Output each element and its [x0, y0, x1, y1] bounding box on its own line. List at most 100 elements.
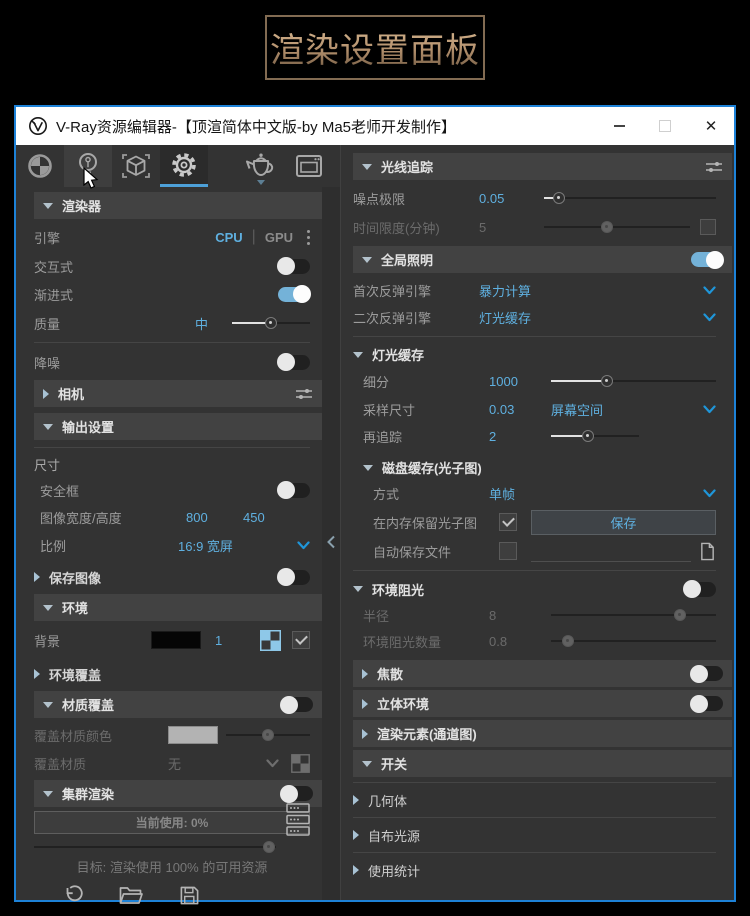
- time-limit-checkbox[interactable]: [700, 219, 716, 235]
- chevron-down-icon[interactable]: [297, 540, 310, 550]
- override-material-select[interactable]: 无: [168, 754, 266, 773]
- stereo-toggle[interactable]: [690, 694, 723, 713]
- material-slot-icon[interactable]: [291, 753, 310, 773]
- background-checkbox[interactable]: [292, 631, 310, 649]
- retrace-value[interactable]: 2: [489, 429, 551, 444]
- section-material-override[interactable]: 材质覆盖: [34, 691, 322, 718]
- chevron-down-icon[interactable]: [703, 313, 716, 322]
- override-color-swatch[interactable]: [168, 726, 218, 744]
- background-color-swatch[interactable]: [151, 631, 201, 649]
- material-override-toggle[interactable]: [280, 695, 313, 714]
- subsection-disk-cache[interactable]: 磁盘缓存(光子图): [363, 455, 734, 480]
- section-render-elements[interactable]: 渲染元素(通道图): [353, 720, 732, 747]
- chevron-down-icon[interactable]: [703, 404, 716, 414]
- section-caustics[interactable]: 焦散: [353, 660, 732, 687]
- time-limit-slider[interactable]: [544, 220, 690, 234]
- collapse-left-icon[interactable]: [326, 535, 336, 549]
- sample-space-select[interactable]: 屏幕空间: [551, 400, 703, 419]
- keep-map-checkbox[interactable]: [499, 513, 517, 531]
- subsection-geometry[interactable]: 几何体: [353, 788, 734, 812]
- undo-icon[interactable]: [63, 885, 83, 905]
- override-color-slider[interactable]: [226, 728, 310, 742]
- save-floppy-icon[interactable]: [179, 885, 200, 906]
- mode-select[interactable]: 单帧: [489, 484, 703, 503]
- autosave-checkbox[interactable]: [499, 542, 517, 560]
- texture-slot-icon[interactable]: [260, 629, 281, 651]
- tab-settings[interactable]: [160, 145, 208, 187]
- denoise-label: 降噪: [34, 355, 61, 371]
- gi-toggle[interactable]: [691, 250, 724, 269]
- section-title: 集群渲染: [62, 787, 115, 802]
- ratio-select[interactable]: 16:9 宽屏: [178, 536, 297, 555]
- secondary-engine-select[interactable]: 灯光缓存: [479, 308, 703, 327]
- background-multiplier[interactable]: 1: [215, 633, 222, 648]
- tab-render-test[interactable]: [237, 145, 285, 187]
- chevron-down-icon[interactable]: [266, 758, 279, 768]
- tab-materials[interactable]: [16, 145, 64, 187]
- chevron-down-icon[interactable]: [703, 285, 716, 295]
- section-camera[interactable]: 相机: [34, 380, 322, 407]
- quality-slider[interactable]: [232, 316, 310, 330]
- section-swarm-render[interactable]: 集群渲染: [34, 780, 322, 807]
- right-panel: 光线追踪 噪点极限 0.05 时间限度(分钟) 5 全局照明 首次反弹引擎 暴力…: [340, 145, 734, 900]
- close-button[interactable]: ✕: [688, 107, 734, 145]
- minimize-button[interactable]: [596, 107, 642, 145]
- autosave-path-field[interactable]: [531, 541, 691, 562]
- save-image-row[interactable]: 保存图像: [34, 563, 310, 591]
- time-limit-row: 时间限度(分钟) 5: [353, 213, 716, 241]
- subsection-self-lights[interactable]: 自布光源: [353, 823, 734, 847]
- subdivs-value[interactable]: 1000: [489, 374, 551, 389]
- section-environment[interactable]: 环境: [34, 594, 322, 621]
- left-panel: 渲染器 引擎 CPU | GPU 交互式 渐进式 质量 中 降噪 相机 输出设置…: [16, 145, 340, 904]
- caustics-toggle[interactable]: [690, 664, 723, 683]
- sliders-adjust-icon[interactable]: [295, 388, 313, 400]
- noise-limit-label: 噪点极限: [353, 191, 406, 207]
- sample-size-value[interactable]: 0.03: [489, 402, 551, 417]
- engine-gpu-option[interactable]: GPU: [265, 230, 293, 245]
- subsection-usage-stats[interactable]: 使用统计: [353, 858, 734, 882]
- image-width-field[interactable]: 800: [186, 510, 243, 525]
- noise-limit-slider[interactable]: [544, 191, 716, 205]
- section-switches[interactable]: 开关: [353, 750, 732, 777]
- save-photon-map-button[interactable]: 保存: [531, 509, 716, 535]
- subsection-light-cache[interactable]: 灯光缓存: [353, 342, 734, 367]
- server-stack-icon[interactable]: [286, 803, 310, 837]
- section-output-settings[interactable]: 输出设置: [34, 413, 322, 440]
- section-global-illumination[interactable]: 全局照明: [353, 246, 732, 273]
- env-override-row[interactable]: 环境覆盖: [34, 660, 310, 688]
- file-icon[interactable]: [699, 542, 716, 561]
- ao-amount-slider[interactable]: [551, 634, 716, 648]
- radius-slider[interactable]: [551, 608, 716, 622]
- primary-engine-select[interactable]: 暴力计算: [479, 281, 703, 300]
- progressive-toggle[interactable]: [278, 285, 311, 303]
- engine-cpu-option[interactable]: CPU: [215, 230, 242, 245]
- subsection-title: 磁盘缓存(光子图): [382, 461, 482, 476]
- ao-toggle[interactable]: [683, 580, 716, 598]
- tab-geometry[interactable]: [112, 145, 160, 187]
- section-raytrace[interactable]: 光线追踪: [353, 153, 732, 180]
- engine-menu-dots-icon[interactable]: [307, 228, 310, 246]
- denoise-toggle[interactable]: [277, 353, 310, 371]
- subsection-ambient-occlusion[interactable]: 环境阻光: [353, 576, 716, 602]
- maximize-button[interactable]: [642, 107, 688, 145]
- subdivs-slider[interactable]: [551, 374, 716, 388]
- panel-splitter[interactable]: [322, 187, 340, 900]
- swarm-goal-slider[interactable]: [34, 840, 276, 854]
- save-image-toggle[interactable]: [277, 568, 310, 586]
- triangle-down-icon: [43, 423, 53, 430]
- divider: [34, 447, 310, 448]
- image-height-field[interactable]: 450: [243, 510, 265, 525]
- engine-row: 引擎 CPU | GPU: [34, 222, 310, 252]
- tab-frame-buffer[interactable]: [285, 145, 333, 187]
- keep-map-row: 在内存保留光子图 保存: [373, 507, 716, 537]
- safe-frame-toggle[interactable]: [277, 481, 310, 499]
- swarm-toggle[interactable]: [280, 784, 313, 803]
- section-stereo[interactable]: 立体环境: [353, 690, 732, 717]
- open-folder-icon[interactable]: [119, 886, 143, 905]
- retrace-slider[interactable]: [551, 429, 639, 443]
- sliders-adjust-icon[interactable]: [705, 161, 723, 173]
- section-renderer[interactable]: 渲染器: [34, 192, 322, 219]
- interactive-toggle[interactable]: [277, 257, 310, 275]
- chevron-down-icon[interactable]: [703, 489, 716, 498]
- noise-limit-value[interactable]: 0.05: [479, 191, 544, 206]
